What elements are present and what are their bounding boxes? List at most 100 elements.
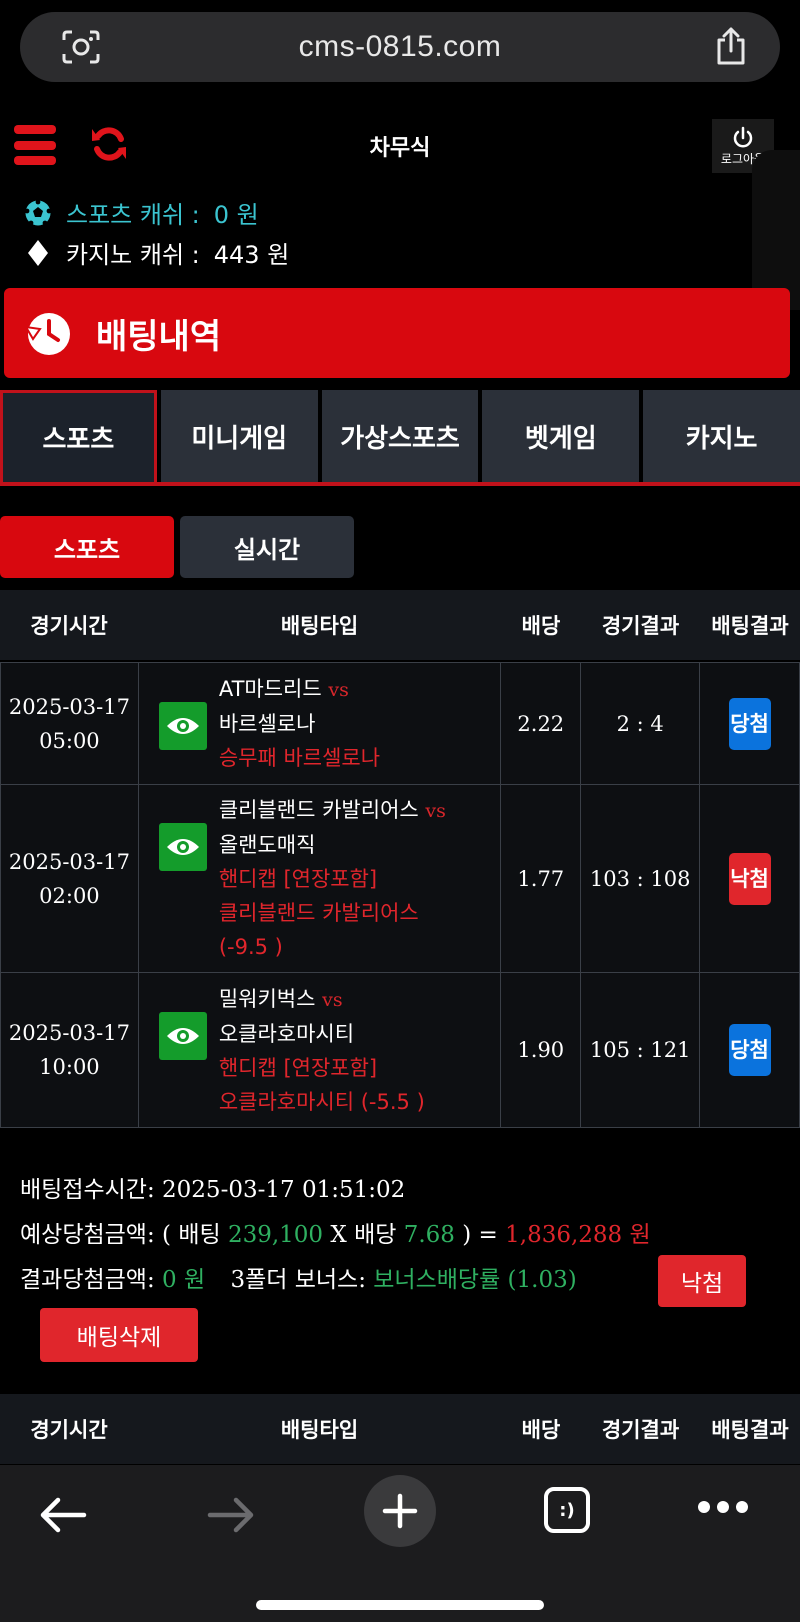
tab-casino[interactable]: 카지노	[643, 390, 800, 482]
result-label: 결과당첨금액:	[20, 1267, 155, 1293]
header-odds: 배당	[521, 614, 561, 638]
match-clock: 05:00	[39, 728, 100, 753]
address-bar[interactable]: cms-0815.com	[20, 12, 780, 82]
tab-virtual-sports[interactable]: 가상스포츠	[321, 390, 479, 482]
header-match-result: 경기결과	[601, 614, 680, 638]
tab-minigame[interactable]: 미니게임	[160, 390, 318, 482]
site-header: 차무식 로그아웃 스포츠 캐쉬 : 0 원 카지노 캐쉬 : 443 원	[0, 103, 800, 283]
casino-cash-label: 카지노 캐쉬 :	[66, 241, 200, 269]
bonus-label: 3폴더 보너스:	[230, 1267, 366, 1293]
home-indicator	[256, 1600, 544, 1610]
accept-time-line: 배팅접수시간: 2025-03-17 01:51:02	[20, 1168, 780, 1213]
view-detail-button[interactable]	[158, 1011, 207, 1060]
bet-status-badge: 낙첨	[658, 1255, 746, 1307]
header-odds: 배당	[521, 1418, 561, 1442]
url-text: cms-0815.com	[298, 30, 502, 63]
new-tab-button[interactable]	[364, 1475, 436, 1547]
vs-label: vs	[322, 988, 343, 1011]
table-row: 2025-03-17 10:00 밀워키벅스 vs 오클라호마시티 핸디캡 [연…	[0, 972, 800, 1128]
page-title: 배팅내역	[96, 316, 222, 357]
history-clock-icon	[24, 313, 70, 355]
view-detail-button[interactable]	[158, 823, 207, 871]
header-match-result: 경기결과	[601, 1418, 680, 1442]
header-bet-result: 배팅결과	[711, 1418, 789, 1442]
bet-pick: 핸디캡 [연장포함]	[218, 867, 378, 891]
times-odds-label: X 배당	[330, 1222, 397, 1248]
bet-amount: 239,100	[227, 1222, 324, 1248]
subtab-live[interactable]: 실시간	[180, 516, 354, 578]
match-time: 2025-03-17 02:00	[0, 784, 139, 973]
match-score: 105 : 121	[580, 972, 701, 1128]
win-badge: 당첨	[728, 1024, 771, 1076]
total-odds: 7.68	[403, 1222, 455, 1248]
floating-side-panel[interactable]	[752, 150, 800, 310]
camera-scan-icon[interactable]	[62, 30, 100, 64]
back-arrow-icon[interactable]	[38, 1495, 88, 1535]
more-icon[interactable]	[698, 1501, 748, 1517]
bet-pick: (-9.5 )	[218, 935, 283, 959]
expected-win-line: 예상당첨금액: ( 배팅 239,100 X 배당 7.68 ) = 1,836…	[20, 1213, 780, 1258]
match-date: 2025-03-17	[8, 1021, 130, 1045]
sports-cash-label: 스포츠 캐쉬 :	[66, 201, 200, 229]
eye-icon	[166, 839, 199, 855]
diamond-icon	[24, 239, 52, 267]
hamburger-icon[interactable]	[14, 125, 56, 165]
browser-top-bar: cms-0815.com	[0, 0, 800, 103]
sports-cash-value: 0 원	[213, 201, 259, 229]
bet-pick: 클리블랜드 카발리어스	[218, 901, 419, 925]
header-bet-type: 배팅타입	[280, 614, 359, 638]
bet-result-cell: 당첨	[699, 972, 800, 1128]
match-clock: 10:00	[39, 1055, 100, 1079]
casino-cash-value: 443 원	[213, 241, 290, 269]
accept-time-value: 2025-03-17 01:51:02	[162, 1177, 406, 1203]
table-header: 경기시간 배팅타입 배당 경기결과 배팅결과	[0, 1394, 800, 1464]
sports-cash: 스포츠 캐쉬 : 0 원	[24, 195, 259, 230]
eye-icon	[166, 718, 199, 734]
eye-icon	[166, 1027, 199, 1044]
bet-type-cell: 클리블랜드 카발리어스 vs 올랜도매직 핸디캡 [연장포함] 클리블랜드 카발…	[137, 784, 502, 973]
home-team: AT마드리드	[218, 677, 322, 701]
vs-label: vs	[425, 800, 446, 822]
view-detail-button[interactable]	[158, 702, 207, 750]
table-header: 경기시간 배팅타입 배당 경기결과 배팅결과	[0, 590, 800, 660]
subtab-sports[interactable]: 스포츠	[0, 516, 174, 578]
bet-type-cell: AT마드리드 vs 바르셀로나 승무패 바르셀로나	[137, 662, 502, 785]
browser-toolbar: :)	[0, 1465, 800, 1622]
match-clock: 02:00	[39, 883, 100, 908]
forward-arrow-icon[interactable]	[206, 1495, 256, 1535]
table-row: 2025-03-17 05:00 AT마드리드 vs 바르셀로나 승무패 바르셀…	[0, 662, 800, 785]
share-icon[interactable]	[714, 26, 748, 66]
page-title-banner: 배팅내역	[4, 288, 790, 378]
refresh-icon[interactable]	[90, 125, 128, 163]
win-badge: 당첨	[728, 697, 771, 750]
match-time: 2025-03-17 10:00	[0, 972, 139, 1128]
tab-sports[interactable]: 스포츠	[0, 390, 157, 482]
result-amount: 0 원	[162, 1267, 206, 1293]
expected-amount: 1,836,288 원	[505, 1222, 651, 1248]
bonus-value: 보너스배당률 (1.03)	[373, 1267, 577, 1293]
soccer-ball-icon	[24, 199, 52, 227]
power-icon	[733, 126, 753, 147]
expected-label: 예상당첨금액:	[20, 1222, 155, 1248]
expected-close: ) =	[462, 1222, 498, 1248]
match-time: 2025-03-17 05:00	[0, 662, 139, 785]
site-logo[interactable]: 차무식	[362, 123, 438, 169]
delete-bet-button[interactable]: 배팅삭제	[40, 1308, 198, 1362]
plus-icon	[382, 1493, 418, 1529]
header-bet-type: 배팅타입	[280, 1418, 359, 1442]
casino-cash: 카지노 캐쉬 : 443 원	[24, 235, 289, 270]
match-date: 2025-03-17	[8, 694, 130, 719]
odds-value: 1.90	[500, 972, 582, 1128]
bet-result-cell: 낙첨	[699, 784, 800, 973]
bet-pick: 승무패 바르셀로나	[218, 746, 381, 770]
header-match-time: 경기시간	[30, 1418, 108, 1442]
tab-betgame[interactable]: 벳게임	[482, 390, 640, 482]
odds-value: 1.77	[500, 784, 582, 973]
lose-badge: 낙첨	[728, 852, 771, 905]
away-team: 오클라호마시티	[218, 1021, 355, 1046]
tabs-button[interactable]: :)	[544, 1487, 590, 1533]
category-tabs: 스포츠 미니게임 가상스포츠 벳게임 카지노	[0, 390, 800, 486]
bet-type-cell: 밀워키벅스 vs 오클라호마시티 핸디캡 [연장포함] 오클라호마시티 (-5.…	[137, 972, 502, 1128]
table-row: 2025-03-17 02:00 클리블랜드 카발리어스 vs 올랜도매직 핸디…	[0, 784, 800, 973]
bet-pick: 핸디캡 [연장포함]	[218, 1055, 378, 1080]
